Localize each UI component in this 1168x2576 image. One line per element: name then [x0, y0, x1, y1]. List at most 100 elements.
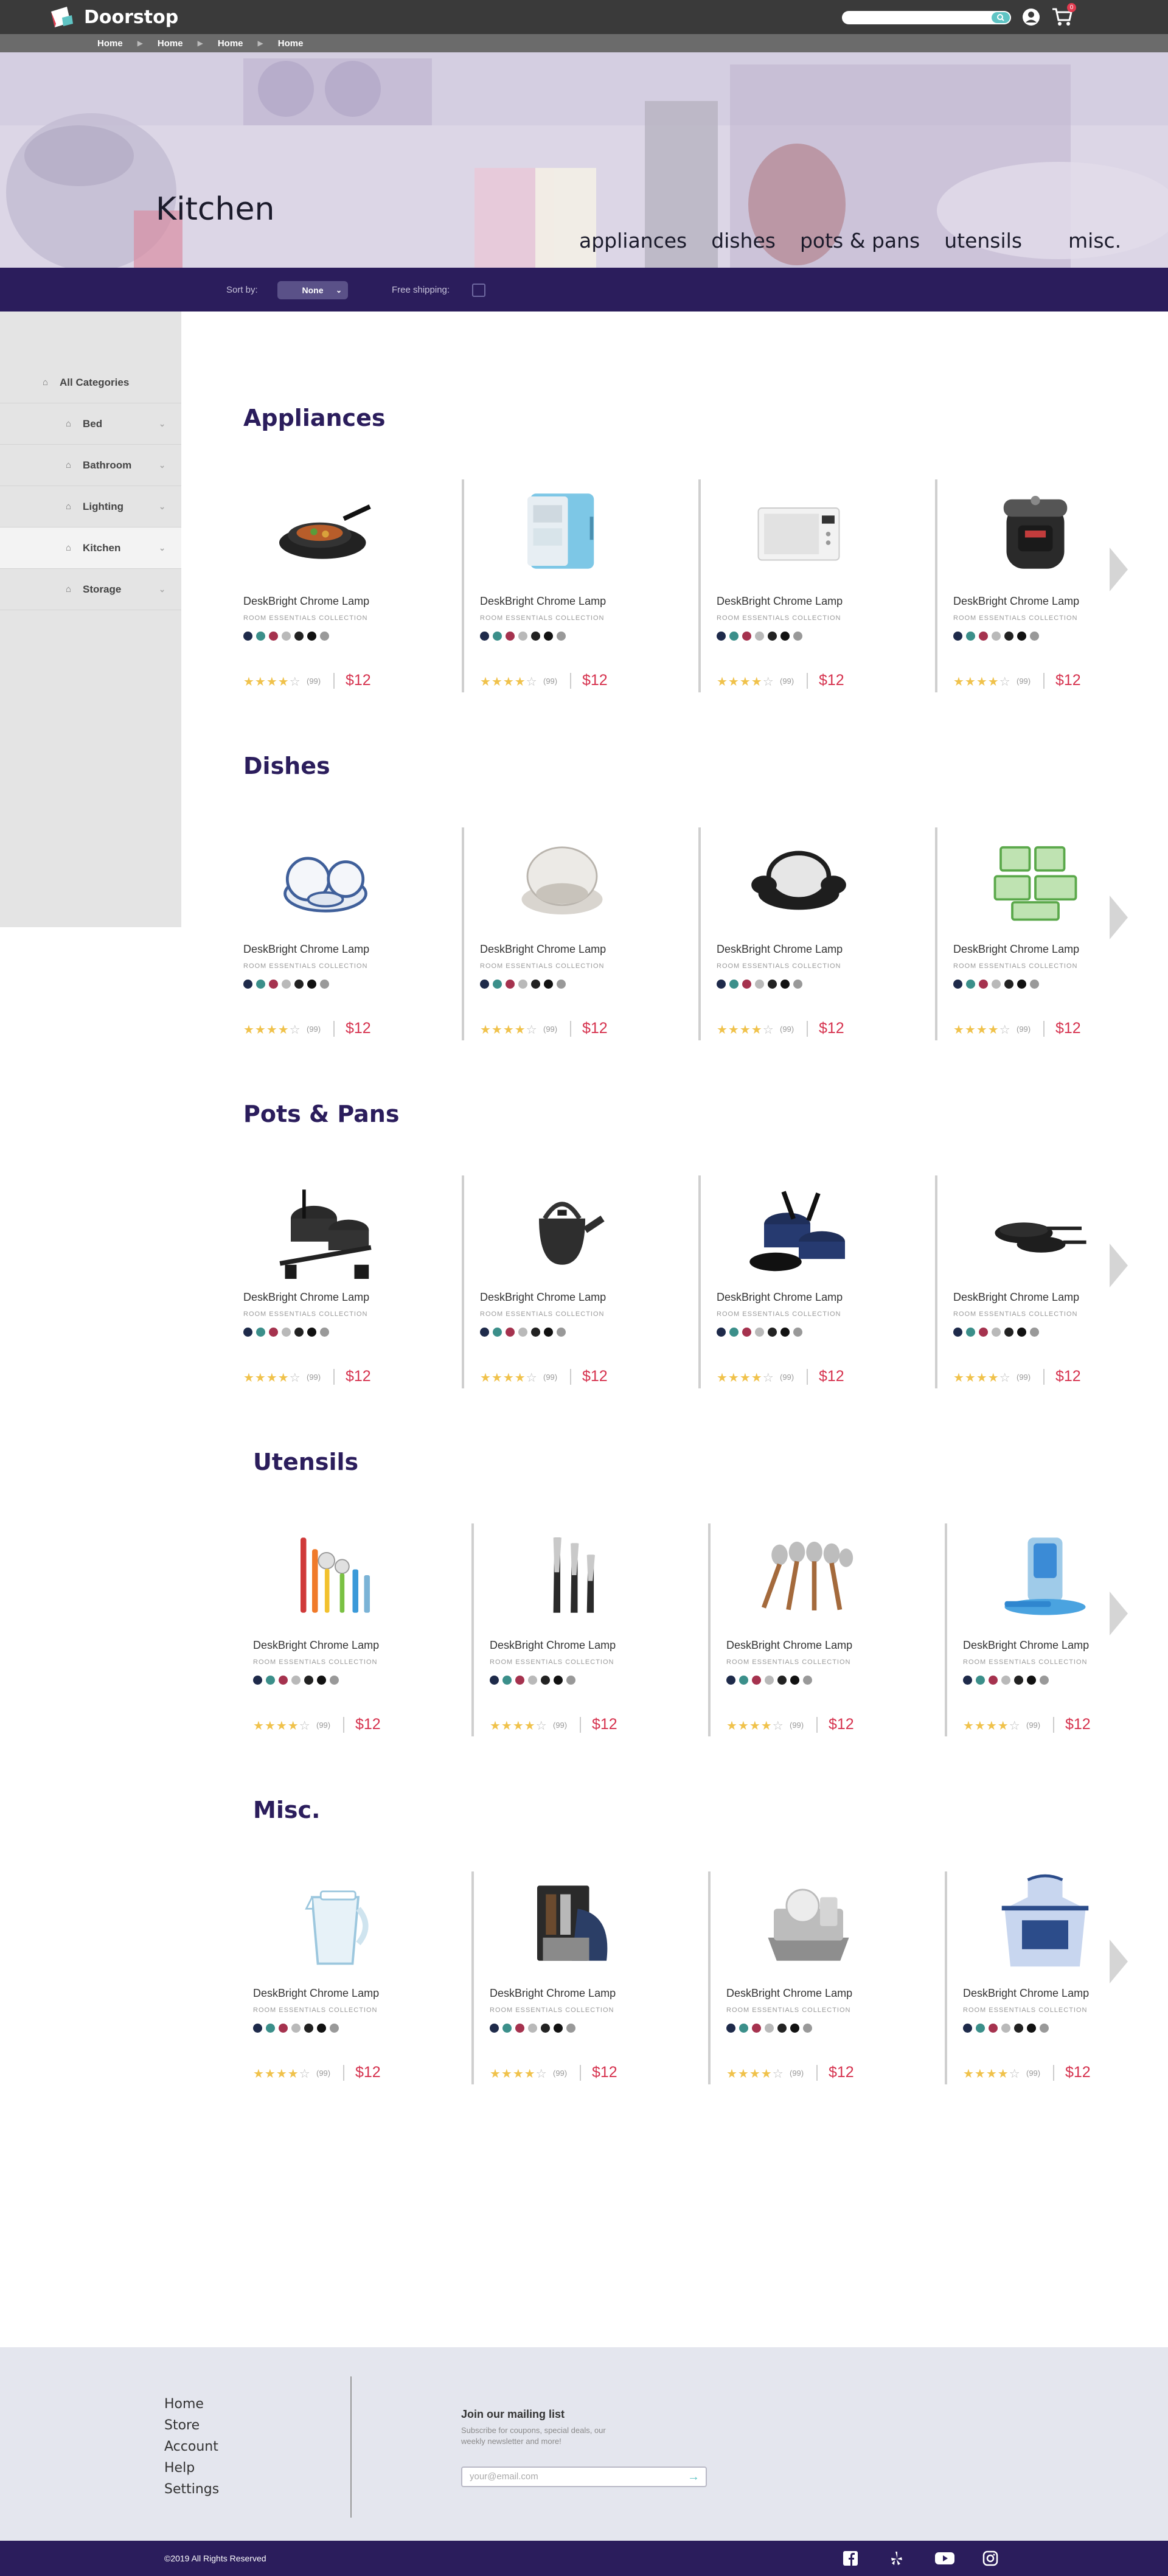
color-swatch[interactable] [243, 632, 252, 641]
color-swatch[interactable] [554, 1676, 563, 1685]
yelp-icon[interactable] [888, 2550, 905, 2566]
color-swatch[interactable] [493, 980, 502, 989]
category-link-misc[interactable]: misc. [1068, 229, 1121, 252]
color-swatch[interactable] [780, 1328, 790, 1337]
color-swatch[interactable] [1017, 632, 1026, 641]
color-swatch[interactable] [790, 1676, 799, 1685]
color-swatch[interactable] [793, 1328, 802, 1337]
carousel-next-arrow-icon[interactable] [1110, 896, 1128, 939]
color-swatch[interactable] [253, 1676, 262, 1685]
color-swatch[interactable] [518, 632, 527, 641]
color-swatch[interactable] [768, 980, 777, 989]
color-swatch[interactable] [544, 1328, 553, 1337]
product-name[interactable]: DeskBright Chrome Lamp [243, 943, 369, 956]
color-swatch[interactable] [726, 1676, 735, 1685]
color-swatch[interactable] [1030, 1328, 1039, 1337]
color-swatch[interactable] [966, 632, 975, 641]
color-swatch[interactable] [1030, 632, 1039, 641]
product-name[interactable]: DeskBright Chrome Lamp [717, 595, 843, 608]
product-name[interactable]: DeskBright Chrome Lamp [717, 1291, 843, 1304]
color-swatch[interactable] [493, 1328, 502, 1337]
color-swatch[interactable] [490, 2024, 499, 2033]
product-name[interactable]: DeskBright Chrome Lamp [963, 1639, 1089, 1652]
color-swatch[interactable] [992, 980, 1001, 989]
color-swatch[interactable] [1014, 2024, 1023, 2033]
color-swatch[interactable] [717, 980, 726, 989]
instagram-icon[interactable] [982, 2550, 999, 2566]
footer-link-account[interactable]: Account [164, 2436, 219, 2457]
product-card[interactable]: DeskBright Chrome Lamp ROOM ESSENTIALS CO… [953, 1175, 1168, 1388]
category-link-dishes[interactable]: dishes [711, 229, 776, 252]
product-image[interactable] [514, 1871, 630, 1975]
breadcrumb-link[interactable]: Home [218, 38, 243, 49]
color-swatch[interactable] [317, 1676, 326, 1685]
footer-link-home[interactable]: Home [164, 2393, 219, 2415]
product-card[interactable]: DeskBright Chrome Lamp ROOM ESSENTIALS CO… [243, 1175, 462, 1388]
color-swatch[interactable] [531, 1328, 540, 1337]
color-swatch[interactable] [269, 632, 278, 641]
product-card[interactable]: DeskBright Chrome Lamp ROOM ESSENTIALS CO… [480, 1175, 699, 1388]
product-card[interactable]: DeskBright Chrome Lamp ROOM ESSENTIALS CO… [963, 1871, 1168, 2084]
product-card[interactable]: DeskBright Chrome Lamp ROOM ESSENTIALS CO… [490, 1871, 709, 2084]
sidebar-item-bathroom[interactable]: ⌂ Bathroom ⌄ [0, 445, 181, 486]
color-swatch[interactable] [992, 1328, 1001, 1337]
color-swatch[interactable] [307, 632, 316, 641]
color-swatch[interactable] [1027, 2024, 1036, 2033]
color-swatch[interactable] [793, 980, 802, 989]
color-swatch[interactable] [755, 1328, 764, 1337]
color-swatch[interactable] [752, 2024, 761, 2033]
product-name[interactable]: DeskBright Chrome Lamp [490, 1987, 616, 2000]
color-swatch[interactable] [294, 1328, 304, 1337]
color-swatch[interactable] [953, 1328, 962, 1337]
product-name[interactable]: DeskBright Chrome Lamp [963, 1987, 1089, 2000]
color-swatch[interactable] [282, 980, 291, 989]
product-card[interactable]: DeskBright Chrome Lamp ROOM ESSENTIALS CO… [963, 1523, 1168, 1736]
category-link-appliances[interactable]: appliances [579, 229, 687, 252]
brand-name[interactable]: Doorstop [84, 7, 178, 28]
color-swatch[interactable] [566, 2024, 575, 2033]
product-image[interactable] [987, 1523, 1103, 1627]
color-swatch[interactable] [717, 632, 726, 641]
product-image[interactable] [268, 827, 383, 931]
color-swatch[interactable] [253, 2024, 262, 2033]
carousel-next-arrow-icon[interactable] [1110, 1244, 1128, 1287]
product-name[interactable]: DeskBright Chrome Lamp [253, 1639, 379, 1652]
color-swatch[interactable] [1014, 1676, 1023, 1685]
footer-link-store[interactable]: Store [164, 2415, 219, 2436]
product-card[interactable]: DeskBright Chrome Lamp ROOM ESSENTIALS CO… [243, 827, 462, 1040]
product-card[interactable]: DeskBright Chrome Lamp ROOM ESSENTIALS CO… [953, 479, 1168, 692]
color-swatch[interactable] [506, 632, 515, 641]
color-swatch[interactable] [541, 2024, 550, 2033]
color-swatch[interactable] [304, 1676, 313, 1685]
color-swatch[interactable] [979, 632, 988, 641]
color-swatch[interactable] [515, 1676, 524, 1685]
product-card[interactable]: DeskBright Chrome Lamp ROOM ESSENTIALS CO… [717, 1175, 936, 1388]
product-card[interactable]: DeskBright Chrome Lamp ROOM ESSENTIALS CO… [726, 1523, 945, 1736]
color-swatch[interactable] [515, 2024, 524, 2033]
free-shipping-checkbox[interactable] [472, 284, 485, 297]
color-swatch[interactable] [528, 2024, 537, 2033]
product-image[interactable] [751, 1523, 866, 1627]
color-swatch[interactable] [320, 980, 329, 989]
product-card[interactable]: DeskBright Chrome Lamp ROOM ESSENTIALS CO… [717, 827, 936, 1040]
color-swatch[interactable] [780, 632, 790, 641]
color-swatch[interactable] [739, 1676, 748, 1685]
color-swatch[interactable] [294, 632, 304, 641]
color-swatch[interactable] [282, 632, 291, 641]
product-image[interactable] [268, 479, 383, 583]
color-swatch[interactable] [963, 1676, 972, 1685]
color-swatch[interactable] [777, 1676, 787, 1685]
product-card[interactable]: DeskBright Chrome Lamp ROOM ESSENTIALS CO… [726, 1871, 945, 2084]
product-card[interactable]: DeskBright Chrome Lamp ROOM ESSENTIALS CO… [717, 479, 936, 692]
color-swatch[interactable] [266, 1676, 275, 1685]
color-swatch[interactable] [506, 1328, 515, 1337]
product-name[interactable]: DeskBright Chrome Lamp [243, 595, 369, 608]
product-card[interactable]: DeskBright Chrome Lamp ROOM ESSENTIALS CO… [480, 479, 699, 692]
color-swatch[interactable] [768, 632, 777, 641]
sidebar-item-lighting[interactable]: ⌂ Lighting ⌄ [0, 486, 181, 527]
carousel-next-arrow-icon[interactable] [1110, 1940, 1128, 1983]
color-swatch[interactable] [279, 1676, 288, 1685]
color-swatch[interactable] [266, 2024, 275, 2033]
color-swatch[interactable] [1040, 1676, 1049, 1685]
color-swatch[interactable] [742, 1328, 751, 1337]
